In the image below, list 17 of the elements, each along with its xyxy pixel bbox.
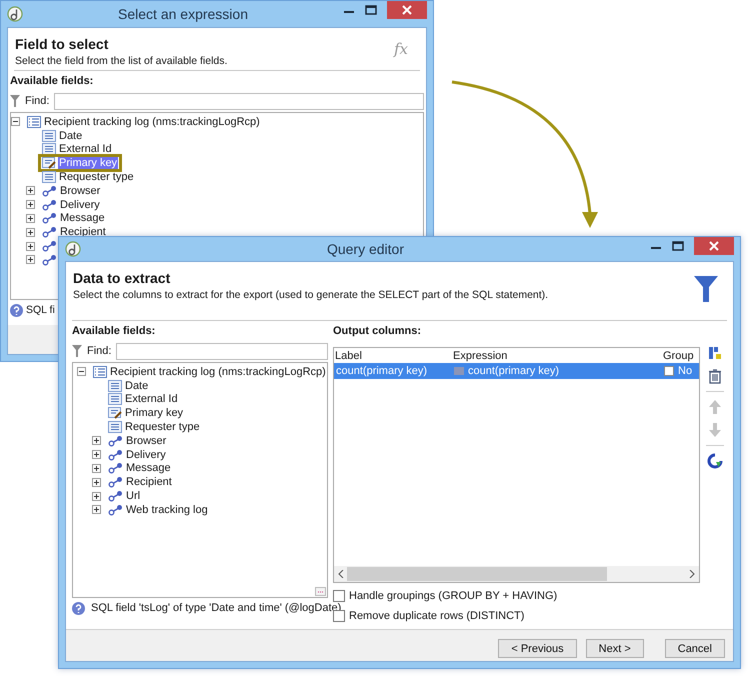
- table-cell: No: [678, 365, 692, 377]
- status-text: SQL field 'tsLog' of type 'Date and time' (@logDate): [91, 602, 342, 614]
- fields-label: Available fields:: [10, 75, 94, 89]
- section-title: Field to select: [15, 36, 110, 52]
- window-title: Select an expression: [117, 6, 249, 22]
- function-icon: fx: [394, 40, 408, 58]
- section-description: Select the columns to extract for the export (used to generate the SELECT part of the SQL statement).: [73, 289, 550, 301]
- output-label: Output columns:: [333, 325, 422, 339]
- status-text: SQL fi: [26, 304, 55, 316]
- section-title: Data to extract: [73, 270, 172, 286]
- window-title: Query editor: [326, 241, 406, 257]
- table-cell: count(primary key): [468, 365, 560, 377]
- fields-label: Available fields:: [72, 325, 156, 339]
- find-label: Find:: [25, 95, 50, 107]
- table-cell-text: count(primary key): [335, 365, 428, 377]
- find-label: Find:: [87, 345, 112, 357]
- section-description: Select the field from the list of available fields.: [15, 55, 228, 67]
